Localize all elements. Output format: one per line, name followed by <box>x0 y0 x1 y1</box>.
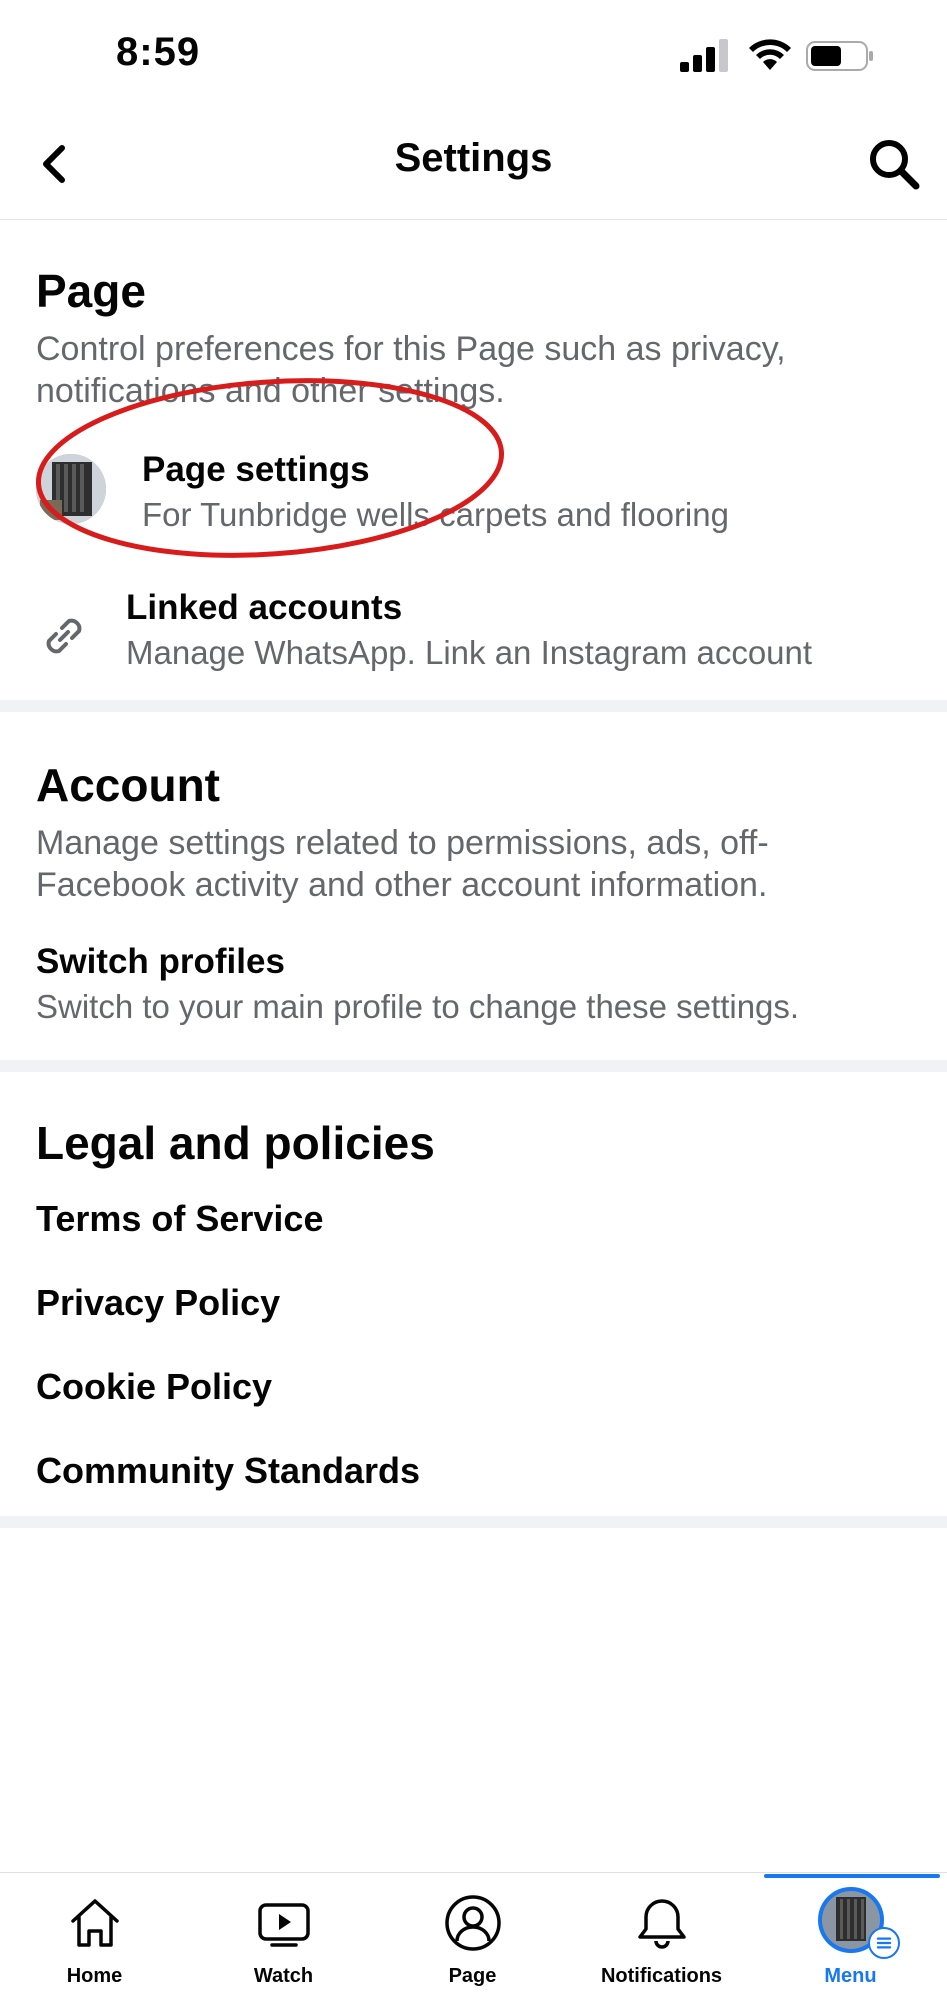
linked-accounts-subtitle: Manage WhatsApp. Link an Instagram accou… <box>126 634 813 671</box>
tab-page-label: Page <box>448 1965 497 1987</box>
linked-accounts-item[interactable]: Linked accounts Manage WhatsApp. Link an… <box>36 588 916 678</box>
community-standards-link[interactable]: Community Standards <box>36 1450 420 1492</box>
bell-icon <box>637 1899 686 1949</box>
bottom-tab-bar: Home Watch Page Notifications Menu <box>0 1872 947 2004</box>
section-divider <box>0 700 947 712</box>
tab-watch[interactable]: Watch <box>189 1873 378 2004</box>
account-section-description: Manage settings related to permissions, … <box>36 824 769 904</box>
switch-profiles-item[interactable]: Switch profiles Switch to your main prof… <box>36 942 916 1026</box>
switch-profiles-title: Switch profiles <box>36 942 285 981</box>
link-icon <box>46 618 82 654</box>
tab-page[interactable]: Page <box>378 1873 567 2004</box>
battery-icon <box>806 41 873 71</box>
section-divider <box>0 1060 947 1072</box>
red-annotation-circle <box>35 378 505 558</box>
nav-header: Settings <box>0 110 947 220</box>
linked-accounts-title: Linked accounts <box>126 588 403 627</box>
tab-watch-label: Watch <box>253 1965 314 1987</box>
active-tab-indicator <box>764 1874 940 1878</box>
account-section-title: Account <box>36 759 220 811</box>
tab-menu[interactable]: Menu <box>756 1873 945 2004</box>
cookie-policy-link[interactable]: Cookie Policy <box>36 1366 272 1408</box>
cellular-signal-icon <box>680 39 728 72</box>
section-divider <box>0 1516 947 1528</box>
page-icon <box>444 1895 501 1951</box>
search-icon[interactable] <box>866 136 922 192</box>
terms-of-service-link[interactable]: Terms of Service <box>36 1198 323 1240</box>
home-icon <box>70 1899 119 1947</box>
status-bar: 8:59 <box>0 0 947 110</box>
page-title: Settings <box>394 136 553 180</box>
menu-lines-icon <box>868 1927 900 1959</box>
tab-home-label: Home <box>66 1965 123 1987</box>
wifi-icon <box>749 39 791 70</box>
tab-notifications[interactable]: Notifications <box>567 1873 756 2004</box>
tab-menu-label: Menu <box>824 1965 877 1987</box>
page-section-title: Page <box>36 265 146 317</box>
status-time: 8:59 <box>116 30 201 74</box>
switch-profiles-subtitle: Switch to your main profile to change th… <box>36 988 800 1025</box>
watch-icon <box>257 1903 310 1947</box>
tab-notifications-label: Notifications <box>600 1965 723 1987</box>
linked-accounts-text: Linked accounts Manage WhatsApp. Link an… <box>126 588 812 672</box>
tab-home[interactable]: Home <box>0 1873 189 2004</box>
privacy-policy-link[interactable]: Privacy Policy <box>36 1282 280 1324</box>
legal-section-title: Legal and policies <box>36 1117 435 1169</box>
